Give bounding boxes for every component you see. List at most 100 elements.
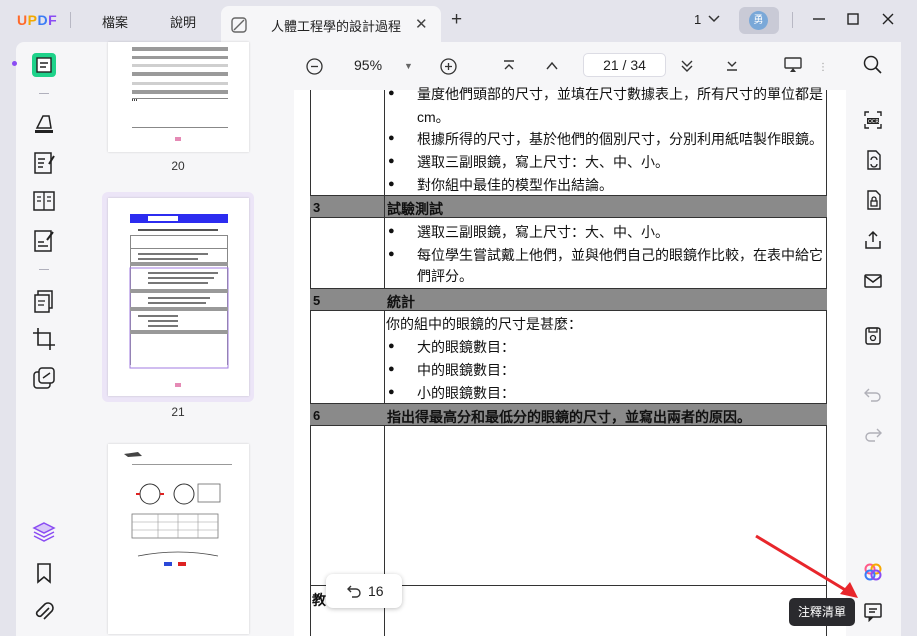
section-header: 3 試驗測試 [310,195,827,218]
attachment-icon[interactable] [31,599,57,625]
maximize-icon[interactable] [847,13,859,28]
doc-line: 小的眼鏡數目： [417,385,515,401]
tools-icon[interactable] [31,365,57,391]
doc-line: 根據所得的尺寸，基於他們的個別尺寸，分別利用紙咭製作眼鏡。 [417,131,823,147]
section-number: 3 [313,200,321,215]
section-title: 統計 [387,294,415,310]
red-arrow-annotation [755,534,858,598]
search-icon[interactable] [863,55,883,78]
bullet: ● [388,225,395,237]
bullet: ● [388,132,395,144]
organize-pages-icon[interactable] [31,288,57,314]
user-avatar[interactable]: 勇 [739,7,779,34]
table-border [310,90,311,636]
bullet: ● [388,155,395,167]
window-count[interactable]: 1 [694,12,701,27]
layers-icon[interactable] [31,519,57,545]
close-tab-icon[interactable]: ✕ [415,15,428,33]
ocr-icon[interactable]: OCR [863,110,883,133]
undo-icon[interactable] [863,385,883,408]
protect-icon[interactable] [863,190,883,213]
doc-line: cm。 [417,109,450,125]
next-page-icon[interactable] [680,58,694,75]
ai-assistant-icon[interactable] [863,562,883,585]
zoom-out-icon[interactable] [306,58,323,78]
comment-highlighter-icon[interactable] [31,110,57,136]
more-icon[interactable]: ⋮ [818,62,828,73]
section-header: 5 統計 [310,288,827,311]
reader-mode-icon[interactable] [31,52,57,78]
section-header: 6 指出得最高分和最低分的眼鏡的尺寸，並寫出兩者的原因。 [310,403,827,426]
tooltip: 注釋清單 [789,598,855,626]
page-layout-icon[interactable] [31,188,57,214]
thumbnail-label: 21 [171,405,185,419]
doc-line: 量度他們頭部的尺寸，並填在尺寸數據表上，所有尺寸的單位都是 [417,86,823,102]
zoom-level[interactable]: 95% [354,57,382,73]
undo-icon [346,583,362,602]
thumbnail-label: 20 [171,159,185,173]
bullet: ● [388,248,395,260]
new-tab-button[interactable]: + [451,9,462,31]
divider [792,12,793,28]
doc-line: 對你組中最佳的模型作出結論。 [417,177,613,193]
tab-title: 人體工程學的設計過程 [271,19,402,34]
menu-help[interactable]: 說明 [170,12,196,31]
app-logo: UPDF [17,12,58,28]
bullet: ● [388,87,395,99]
divider [70,12,71,28]
bullet: ● [388,340,395,352]
zoom-dropdown-icon[interactable]: ▼ [404,61,413,71]
minimize-icon[interactable] [812,12,826,29]
avatar-initial: 勇 [749,11,768,30]
redo-icon[interactable] [863,425,883,448]
edit-pdf-icon[interactable] [31,150,57,176]
form-icon[interactable] [31,228,57,254]
bullet: ● [388,363,395,375]
section-number: 6 [313,408,321,423]
table-border [384,90,385,636]
convert-icon[interactable] [863,150,883,173]
last-page-icon[interactable] [725,58,739,75]
bullet: ● [388,178,395,190]
left-toolbar [12,42,72,636]
title-bar: UPDF 檔案 說明 人體工程學的設計過程 ✕ + 1 勇 [0,0,917,42]
document-tab[interactable]: 人體工程學的設計過程 ✕ [221,6,441,42]
section-number: 5 [313,293,321,308]
doc-line: 中的眼鏡數目： [417,362,515,378]
doc-line: 大的眼鏡數目： [417,339,515,355]
total-pages: 34 [630,57,646,73]
save-icon[interactable] [863,326,883,349]
doc-line: 每位學生嘗試戴上他們，並與他們自己的眼鏡作比較，在表中給它 [417,247,823,263]
table-border [384,195,385,218]
doc-line: 選取三副眼鏡，寫上尺寸：大、中、小。 [417,154,669,170]
chevron-down-icon[interactable] [708,12,720,29]
menu-file[interactable]: 檔案 [102,12,128,31]
share-icon[interactable] [863,230,883,253]
doc-line: 你的組中的眼鏡的尺寸是甚麼： [386,316,582,332]
undo-count: 16 [368,583,384,599]
undo-popup[interactable]: 16 [326,574,402,608]
first-page-icon[interactable] [502,59,516,76]
email-icon[interactable] [863,271,883,294]
close-window-icon[interactable] [881,12,895,29]
bookmark-icon[interactable] [31,560,57,586]
doc-line: 選取三副眼鏡，寫上尺寸：大、中、小。 [417,224,669,240]
current-page: 21 [603,57,619,73]
slideshow-icon[interactable] [784,57,802,76]
doc-line: 們評分。 [417,268,473,284]
page-number-input[interactable]: 21 / 34 [583,53,666,77]
page-separator: / [622,57,627,73]
crop-icon[interactable] [31,326,57,352]
section-title: 試驗測試 [387,201,443,217]
page-thumbnail-selected[interactable] [108,198,249,396]
page-thumbnail[interactable] [108,444,249,634]
comment-list-icon[interactable] [863,602,883,625]
bullet: ● [388,386,395,398]
doc-line-partial: 教 [312,592,326,608]
section-title: 指出得最高分和最低分的眼鏡的尺寸，並寫出兩者的原因。 [387,409,751,425]
previous-page-icon[interactable] [545,59,559,76]
page-thumbnail[interactable] [108,42,249,152]
zoom-in-icon[interactable] [440,58,457,78]
active-indicator [12,61,17,66]
svg-text:OCR: OCR [868,119,879,125]
